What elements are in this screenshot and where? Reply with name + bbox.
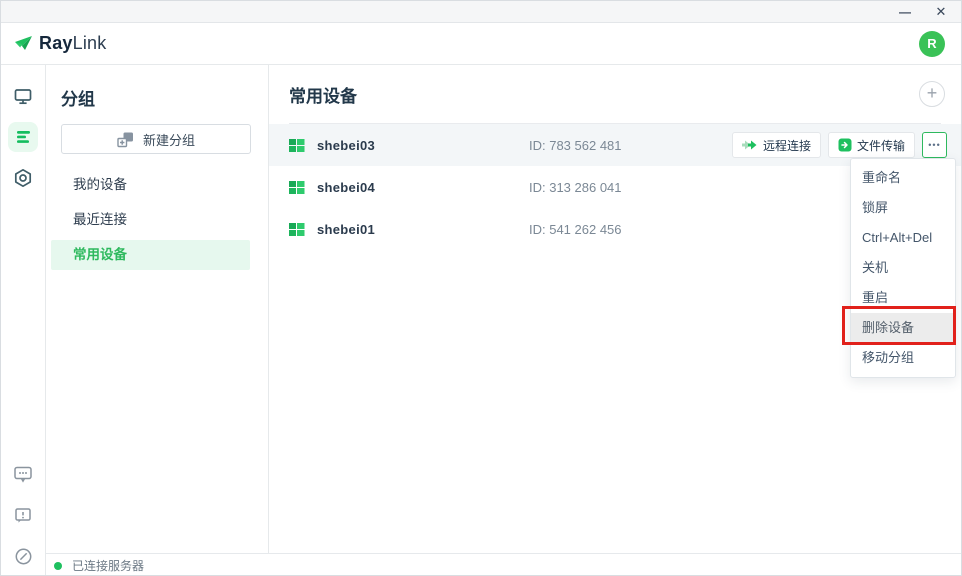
brand-logo: RayLink	[13, 33, 106, 55]
device-grid-icon	[289, 222, 305, 237]
more-actions-button[interactable]: •••	[922, 132, 947, 158]
groups-sidebar: 分组 新建分组 我的设备	[46, 65, 269, 553]
brand-name: RayLink	[39, 33, 106, 54]
nav-chat[interactable]	[8, 459, 38, 489]
device-id: ID: 313 286 041	[529, 180, 622, 195]
nav-compass[interactable]	[8, 541, 38, 571]
nav-feedback[interactable]	[8, 500, 38, 530]
device-context-menu: 重命名 锁屏 Ctrl+Alt+Del 关机 重启 删除设备 移动分组	[850, 158, 956, 378]
new-group-label: 新建分组	[143, 130, 195, 149]
menu-item-ctrl-alt-del[interactable]: Ctrl+Alt+Del	[851, 223, 955, 253]
nav-devices[interactable]	[8, 81, 38, 111]
group-list: 我的设备 最近连接 常用设备	[46, 170, 268, 270]
minimize-button[interactable]: —	[897, 6, 913, 18]
new-group-button[interactable]: 新建分组	[61, 124, 251, 154]
compass-icon	[14, 547, 33, 566]
monitor-icon	[13, 87, 33, 106]
titlebar: — ✕	[1, 1, 961, 23]
sidebar-item-my-devices[interactable]: 我的设备	[51, 170, 250, 200]
device-id: ID: 783 562 481	[529, 138, 622, 153]
device-name: shebei04	[317, 180, 375, 195]
menu-item-lock-screen[interactable]: 锁屏	[851, 193, 955, 223]
sidebar-title: 分组	[61, 85, 268, 110]
menu-item-rename[interactable]: 重命名	[851, 163, 955, 193]
device-grid-icon	[289, 138, 305, 153]
nav-device-list[interactable]	[8, 122, 38, 152]
menu-item-shutdown[interactable]: 关机	[851, 253, 955, 283]
chat-dots-icon	[13, 465, 33, 484]
add-group-icon	[117, 131, 134, 148]
menu-item-move-group[interactable]: 移动分组	[851, 343, 955, 373]
device-id: ID: 541 262 456	[529, 222, 622, 237]
settings-hexagon-icon	[13, 168, 33, 188]
remote-connect-button[interactable]: 远程连接	[732, 132, 821, 158]
brand-link: Link	[73, 33, 107, 53]
user-avatar[interactable]: R	[919, 31, 945, 57]
page-title: 常用设备	[289, 82, 357, 107]
device-name: shebei01	[317, 222, 375, 237]
brand-ray: Ray	[39, 33, 73, 53]
sidebar-item-recent-connections[interactable]: 最近连接	[51, 205, 250, 235]
connection-status-label: 已连接服务器	[72, 557, 144, 574]
remote-connect-label: 远程连接	[763, 137, 811, 154]
app-header: RayLink R	[1, 23, 961, 65]
device-grid-icon	[289, 180, 305, 195]
sidebar-item-frequent-devices[interactable]: 常用设备	[51, 240, 250, 270]
raylink-window: — ✕ RayLink R	[0, 0, 962, 576]
menu-item-delete-device[interactable]: 删除设备	[851, 313, 955, 343]
nav-rail	[1, 65, 46, 576]
paper-plane-icon	[13, 33, 35, 55]
file-transfer-button[interactable]: 文件传输	[828, 132, 915, 158]
file-transfer-icon	[838, 138, 852, 152]
add-device-button[interactable]: +	[919, 81, 945, 107]
double-arrow-icon	[742, 139, 758, 151]
device-list-icon	[16, 130, 31, 144]
nav-settings[interactable]	[8, 163, 38, 193]
close-button[interactable]: ✕	[933, 5, 949, 18]
feedback-icon	[14, 507, 32, 524]
file-transfer-label: 文件传输	[857, 137, 905, 154]
device-name: shebei03	[317, 138, 375, 153]
connection-status-dot-icon	[54, 562, 62, 570]
menu-item-restart[interactable]: 重启	[851, 283, 955, 313]
status-bar: 已连接服务器	[46, 553, 961, 576]
